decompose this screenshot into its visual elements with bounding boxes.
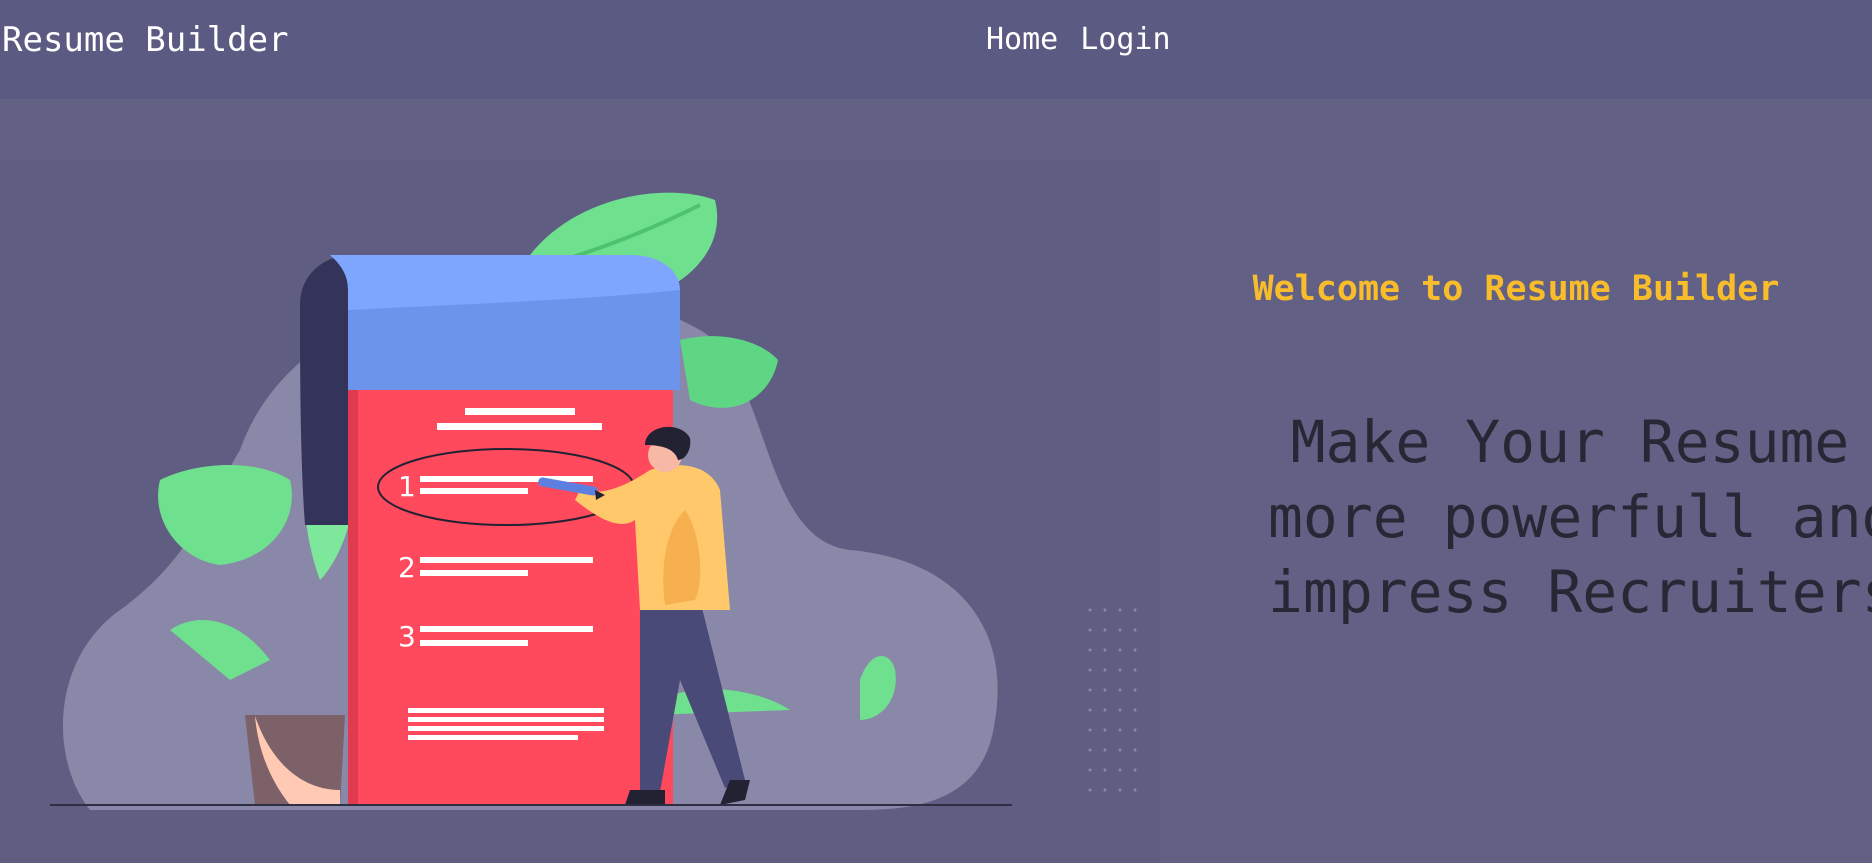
tagline-line: impress Recruiters <box>1268 558 1872 626</box>
nav-links: Home Login <box>986 22 1171 57</box>
nav-link-login[interactable]: Login <box>1080 22 1170 57</box>
list-number-2: 2 <box>398 551 416 584</box>
hero-tagline: Make Your Resume more powerfull and impr… <box>1268 405 1872 630</box>
hero-illustration: 1 2 3 <box>0 160 1160 863</box>
brand-logo-text[interactable]: Resume Builder <box>2 20 289 60</box>
list-number-1: 1 <box>398 470 416 503</box>
nav-link-home[interactable]: Home <box>986 22 1058 57</box>
welcome-heading: Welcome to Resume Builder <box>1252 269 1780 310</box>
tagline-line: Make Your Resume <box>1290 408 1850 476</box>
dot-grid <box>1088 608 1137 792</box>
list-number-3: 3 <box>398 620 416 653</box>
tagline-line: more powerfull and <box>1268 483 1872 551</box>
resume-scroll-illustration: 1 2 3 <box>50 192 1137 810</box>
resume-paper <box>348 388 673 805</box>
navbar: Resume Builder Home Login <box>0 0 1872 99</box>
